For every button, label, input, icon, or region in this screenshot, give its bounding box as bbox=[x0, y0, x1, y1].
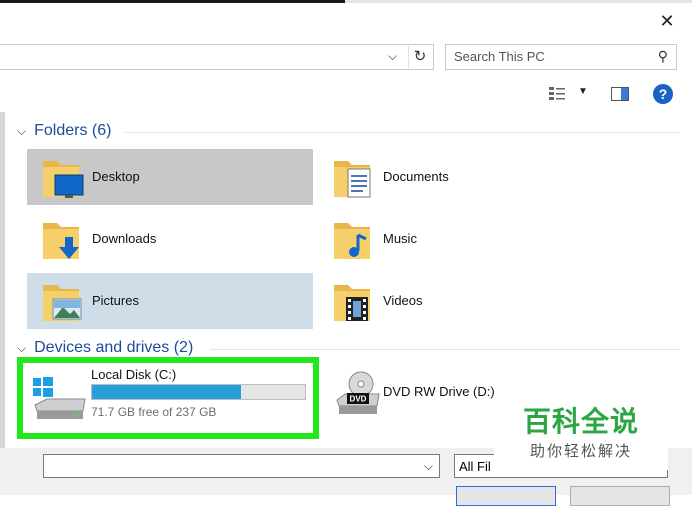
file-type-filter-label: All Fil bbox=[459, 459, 491, 474]
change-view-icon[interactable] bbox=[548, 86, 566, 102]
watermark-title: 百科全说 bbox=[522, 406, 639, 437]
drive-label: Local Disk (C:) bbox=[91, 367, 177, 382]
folder-label: Downloads bbox=[92, 231, 157, 246]
music-folder-icon bbox=[334, 223, 370, 259]
search-icon: ⚲ bbox=[657, 48, 668, 64]
devices-group-header[interactable]: ⌵ Devices and drives (2) bbox=[17, 339, 193, 357]
address-history-chevron-icon[interactable]: ⌵ bbox=[388, 49, 397, 64]
search-placeholder: Search This PC bbox=[454, 49, 545, 64]
group-divider bbox=[210, 349, 680, 350]
watermark-logo: 百科全说 助你轻松解决 bbox=[494, 386, 668, 470]
drive-free-space: 71.7 GB free of 237 GB bbox=[91, 405, 217, 419]
folders-group-header[interactable]: ⌵ Folders (6) bbox=[17, 122, 111, 140]
open-button[interactable] bbox=[456, 486, 556, 506]
folder-tile-music[interactable]: Music bbox=[318, 211, 604, 267]
folder-label: Desktop bbox=[92, 169, 140, 184]
folder-label: Videos bbox=[383, 293, 423, 308]
group-divider bbox=[125, 132, 680, 133]
folder-label: Documents bbox=[383, 169, 449, 184]
folders-group-title: Folders (6) bbox=[34, 122, 112, 139]
folder-tile-desktop[interactable]: Desktop bbox=[27, 149, 313, 205]
watermark-subtitle: 助你轻松解决 bbox=[529, 443, 632, 460]
preview-pane-icon[interactable] bbox=[611, 87, 629, 101]
cancel-button[interactable] bbox=[570, 486, 670, 506]
view-options-dropdown-icon[interactable]: ▼ bbox=[578, 86, 588, 97]
refresh-icon[interactable]: ↻ bbox=[408, 46, 431, 68]
navigation-pane-edge bbox=[0, 112, 5, 448]
folder-tile-documents[interactable]: Documents bbox=[318, 149, 604, 205]
dvd-badge: DVD bbox=[350, 395, 367, 404]
folder-tile-videos[interactable]: Videos bbox=[318, 273, 604, 329]
folder-label: Pictures bbox=[92, 293, 139, 308]
collapse-chevron-icon[interactable]: ⌵ bbox=[17, 341, 26, 356]
search-input[interactable]: Search This PC ⚲ bbox=[445, 44, 677, 70]
close-icon: ✕ bbox=[659, 11, 675, 31]
folder-tile-pictures[interactable]: Pictures bbox=[27, 273, 313, 329]
downloads-folder-icon bbox=[43, 223, 79, 259]
address-bar[interactable]: ⌵ ↻ bbox=[0, 44, 434, 70]
drive-label: DVD RW Drive (D:) bbox=[383, 384, 495, 399]
devices-group-title: Devices and drives (2) bbox=[34, 339, 194, 356]
drive-usage-bar bbox=[91, 384, 306, 400]
desktop-folder-icon bbox=[43, 161, 84, 198]
drive-tile-dvd-rw-d[interactable]: DVD DVD RW Drive (D:) bbox=[325, 366, 495, 426]
documents-folder-icon bbox=[334, 161, 371, 198]
chevron-down-icon[interactable]: ⌵ bbox=[424, 459, 433, 474]
titlebar-segment bbox=[0, 0, 345, 3]
drive-tile-local-disk-c[interactable]: Local Disk (C:) 71.7 GB free of 237 GB bbox=[17, 357, 319, 439]
file-name-input[interactable]: ⌵ bbox=[43, 454, 440, 478]
window-top-border bbox=[0, 0, 692, 3]
dvd-drive-icon: DVD bbox=[336, 371, 380, 414]
hard-drive-icon bbox=[33, 377, 86, 419]
close-button[interactable]: ✕ bbox=[656, 10, 678, 32]
drive-usage-fill bbox=[92, 385, 242, 399]
help-icon[interactable]: ? bbox=[653, 84, 673, 104]
folder-label: Music bbox=[383, 231, 417, 246]
videos-folder-icon bbox=[334, 285, 370, 321]
toolbar: ▼ ? bbox=[0, 80, 692, 110]
pictures-folder-icon bbox=[43, 285, 82, 321]
folder-tile-downloads[interactable]: Downloads bbox=[27, 211, 313, 267]
collapse-chevron-icon[interactable]: ⌵ bbox=[17, 124, 26, 139]
